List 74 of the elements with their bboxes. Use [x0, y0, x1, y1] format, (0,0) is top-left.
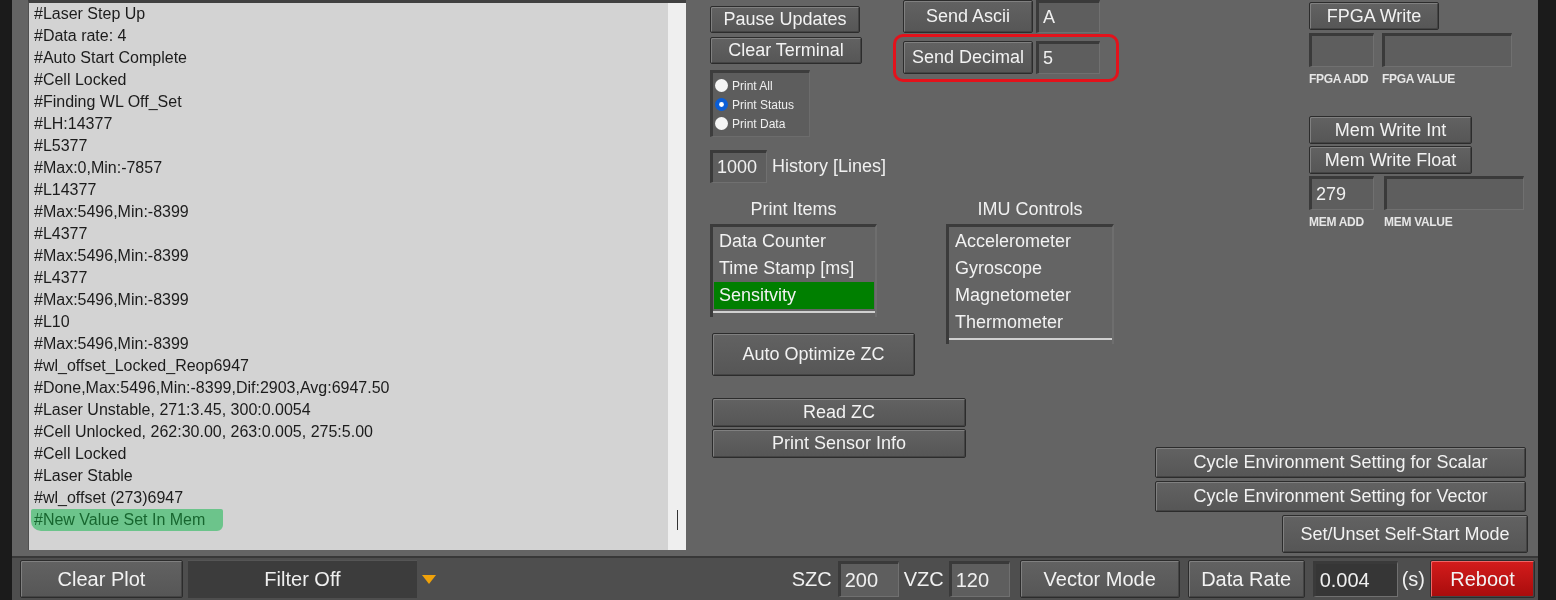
terminal-line: #Max:5496,Min:-8399	[34, 290, 189, 310]
input-field[interactable]: 5	[1036, 41, 1100, 74]
environment-button[interactable]: Cycle Environment Setting for Vector	[1155, 481, 1526, 512]
field-label: FPGA ADD	[1309, 72, 1369, 86]
self-start-button[interactable]: Set/Unset Self-Start Mode	[1282, 515, 1528, 553]
input-field[interactable]: 279	[1309, 176, 1374, 210]
field-label: MEM ADD	[1309, 215, 1364, 229]
radio-option[interactable]: Print Data	[715, 114, 809, 133]
terminal-button[interactable]: Clear Terminal	[710, 37, 862, 64]
terminal-line: #L14377	[34, 180, 97, 200]
zc-button[interactable]: Read ZC	[712, 398, 966, 427]
data-rate-button[interactable]: Data Rate	[1187, 560, 1305, 598]
terminal-line: #Cell Locked	[34, 70, 127, 90]
input-field[interactable]	[1384, 176, 1524, 210]
terminal-line: #LH:14377	[34, 114, 113, 134]
terminal-line: #L10	[34, 312, 70, 332]
auto-optimize-button[interactable]: Auto Optimize ZC	[712, 333, 915, 376]
terminal-line: #L4377	[34, 268, 88, 288]
list-item[interactable]: Data Counter	[714, 228, 874, 255]
mem-write-button[interactable]: Mem Write Int	[1309, 116, 1472, 144]
field-label: MEM VALUE	[1384, 215, 1453, 229]
input-field[interactable]: 120	[948, 561, 1010, 597]
list-item[interactable]: Magnetometer	[950, 282, 1111, 309]
terminal-line: #Max:5496,Min:-8399	[34, 246, 189, 266]
input-field[interactable]: 1000	[710, 150, 767, 183]
input-field[interactable]: 0.004	[1312, 561, 1398, 597]
caret-icon	[422, 574, 436, 584]
clear-plot-button[interactable]: Clear Plot	[20, 560, 183, 598]
vector-mode-button[interactable]: Vector Mode	[1019, 560, 1180, 598]
terminal-line: #L5377	[34, 136, 88, 156]
terminal-line: #Laser Unstable, 271:3.45, 300:0.0054	[34, 400, 311, 420]
terminal-line: #Finding WL Off_Set	[34, 92, 182, 112]
list-item[interactable]: Accelerometer	[950, 228, 1111, 255]
list-item[interactable]: Time Stamp [ms]	[714, 255, 874, 282]
input-field[interactable]: 200	[837, 561, 899, 597]
reboot-button[interactable]: Reboot	[1430, 560, 1535, 598]
filter-dropdown[interactable]: Filter Off	[188, 560, 417, 598]
terminal-line: #Cell Locked	[34, 444, 127, 464]
terminal-line: #Max:0,Min:-7857	[34, 158, 163, 178]
list-item[interactable]: Sensitvity	[714, 282, 874, 309]
terminal-line: #Max:5496,Min:-8399	[34, 334, 189, 354]
terminal-line: #Laser Step Up	[34, 4, 146, 24]
field-label: FPGA VALUE	[1382, 72, 1455, 86]
terminal-line: #Laser Stable	[34, 466, 133, 486]
input-field[interactable]	[1382, 33, 1512, 67]
terminal-line: #L4377	[34, 224, 88, 244]
unit-label: (s)	[1401, 567, 1425, 591]
terminal-line: #wl_offset (273)6947	[34, 488, 184, 508]
list-item[interactable]: Gyroscope	[950, 255, 1111, 282]
list-item[interactable]: Thermometer	[950, 309, 1111, 336]
send-button[interactable]: Send Ascii	[903, 0, 1033, 33]
terminal-line: #Data rate: 4	[34, 26, 127, 46]
text-cursor	[676, 510, 678, 530]
terminal-line: #Done,Max:5496,Min:-8399,Dif:2903,Avg:6947.50	[34, 378, 390, 398]
zc-button[interactable]: Print Sensor Info	[712, 429, 966, 458]
input-field[interactable]: A	[1036, 0, 1100, 33]
scrollbar[interactable]	[668, 3, 686, 550]
mem-write-button[interactable]: Mem Write Float	[1309, 146, 1472, 174]
radio-option[interactable]: Print All	[715, 76, 809, 95]
history-label: History [Lines]	[772, 156, 887, 177]
vzc-label: VZC	[903, 567, 944, 591]
list-heading: IMU Controls	[977, 199, 1083, 220]
terminal-line: #Auto Start Complete	[34, 48, 187, 68]
terminal-button[interactable]: Pause Updates	[710, 6, 860, 33]
terminal-line: #Cell Unlocked, 262:30.00, 263:0.005, 275:5.00	[34, 422, 373, 442]
list-heading: Print Items	[750, 199, 837, 220]
fpga-write-button[interactable]: FPGA Write	[1309, 2, 1439, 30]
input-field[interactable]	[1309, 33, 1374, 67]
radio-option[interactable]: Print Status	[715, 95, 809, 114]
terminal-line: #Max:5496,Min:-8399	[34, 202, 189, 222]
send-button[interactable]: Send Decimal	[903, 41, 1033, 74]
environment-button[interactable]: Cycle Environment Setting for Scalar	[1155, 447, 1526, 478]
szc-label: SZC	[791, 567, 832, 591]
terminal-line: #wl_offset_Locked_Reop6947	[34, 356, 249, 376]
